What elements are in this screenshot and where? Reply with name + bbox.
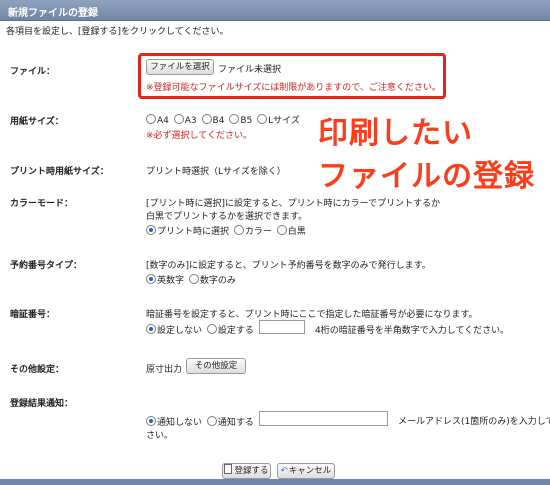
reservation-type-option[interactable]: 英数字 bbox=[146, 274, 184, 286]
notify-option[interactable]: 通知しない bbox=[146, 416, 202, 428]
paper-size-option[interactable]: B5 bbox=[229, 114, 252, 126]
color-mode-radio-group: プリント時に選択 カラー 白黒 bbox=[146, 224, 308, 237]
radio-icon bbox=[206, 416, 217, 426]
color-mode-label: カラーモード： bbox=[10, 199, 74, 209]
radio-icon bbox=[206, 324, 217, 334]
other-settings-button[interactable]: その他設定 bbox=[186, 358, 246, 374]
window-titlebar: 新規ファイルの登録 bbox=[0, 0, 550, 21]
radio-selected-icon bbox=[146, 324, 156, 334]
color-mode-description-2: 白黒でプリントするかを選択できます。 bbox=[146, 212, 308, 222]
instruction-text: 各項目を設定し、[登録する]をクリックしてください。 bbox=[6, 27, 229, 37]
radio-icon bbox=[257, 114, 268, 124]
paper-size-required-note: ※必ず選択してください。 bbox=[146, 131, 253, 141]
notify-hint-2: さい。 bbox=[146, 431, 174, 441]
overlay-caption-line1: 印刷したい bbox=[318, 116, 473, 151]
undo-arrow-icon: ↶ bbox=[280, 466, 288, 476]
other-settings-value: 原寸出力 bbox=[146, 365, 183, 375]
radio-selected-icon bbox=[146, 225, 156, 235]
pin-option[interactable]: 設定しない bbox=[146, 324, 202, 336]
pin-option[interactable]: 設定する bbox=[206, 324, 254, 336]
paper-size-option[interactable]: A4 bbox=[146, 114, 169, 126]
overlay-caption-line2: ファイルの登録 bbox=[318, 159, 535, 194]
file-label: ファイル： bbox=[10, 67, 56, 77]
window-title: 新規ファイルの登録 bbox=[8, 8, 98, 19]
print-paper-size-label: プリント時用紙サイズ： bbox=[10, 167, 109, 177]
radio-selected-icon bbox=[146, 416, 156, 426]
paper-size-option[interactable]: A3 bbox=[173, 114, 197, 126]
radio-icon bbox=[233, 225, 244, 235]
file-status: ファイル未選択 bbox=[218, 65, 282, 75]
color-mode-option[interactable]: 白黒 bbox=[276, 225, 306, 237]
reservation-type-option[interactable]: 数字のみ bbox=[188, 274, 236, 286]
radio-selected-icon bbox=[146, 274, 156, 284]
pin-hint: 4桁の暗証番号を半角数字で入力してください。 bbox=[315, 326, 510, 336]
paper-size-option[interactable]: Lサイズ bbox=[257, 114, 300, 126]
color-mode-description: [プリント時に選択]に設定すると、プリント時にカラーでプリントするか bbox=[146, 199, 441, 209]
color-mode-option[interactable]: プリント時に選択 bbox=[146, 225, 229, 237]
cancel-button[interactable]: ↶キャンセル bbox=[277, 463, 335, 479]
document-icon bbox=[224, 464, 233, 474]
other-settings-label: その他設定： bbox=[10, 365, 65, 375]
radio-icon bbox=[276, 225, 287, 235]
register-button[interactable]: 登録する bbox=[222, 463, 271, 479]
pin-description: 暗証番号を設定すると、プリント時にここで指定した暗証番号が必要になります。 bbox=[146, 310, 478, 320]
notify-option[interactable]: 通知する bbox=[206, 416, 254, 428]
radio-icon bbox=[229, 114, 240, 124]
reservation-type-label: 予約番号タイプ： bbox=[10, 261, 83, 271]
reservation-type-description: [数字のみ]に設定すると、プリント予約番号を数字のみで発行します。 bbox=[146, 261, 431, 271]
radio-icon bbox=[146, 114, 156, 124]
paper-size-radio-group: A4 A3 B4 B5 Lサイズ bbox=[146, 113, 302, 126]
notify-label: 登録結果通知： bbox=[10, 399, 74, 409]
pin-input[interactable] bbox=[259, 320, 305, 334]
print-paper-size-value: プリント時選択（Lサイズを除く） bbox=[146, 167, 286, 177]
choose-file-button[interactable]: ファイルを選択 bbox=[146, 59, 214, 75]
email-input[interactable] bbox=[259, 411, 388, 426]
radio-icon bbox=[173, 114, 184, 124]
pin-label: 暗証番号： bbox=[10, 310, 56, 320]
file-size-note: ※登録可能なファイルサイズには制限がありますので、ご注意ください。 bbox=[146, 83, 441, 93]
paper-size-label: 用紙サイズ： bbox=[10, 117, 64, 127]
notify-radio-group: 通知しない 通知する bbox=[146, 415, 256, 428]
radio-icon bbox=[188, 274, 199, 284]
notify-hint: メールアドレス(1箇所のみ)を入力してくだ bbox=[398, 417, 550, 427]
radio-icon bbox=[201, 114, 212, 124]
color-mode-option[interactable]: カラー bbox=[233, 225, 272, 237]
pin-radio-group: 設定しない 設定する bbox=[146, 323, 256, 336]
paper-size-option[interactable]: B4 bbox=[201, 114, 224, 126]
footer-bar bbox=[0, 479, 550, 485]
reservation-type-radio-group: 英数字 数字のみ bbox=[146, 273, 238, 286]
